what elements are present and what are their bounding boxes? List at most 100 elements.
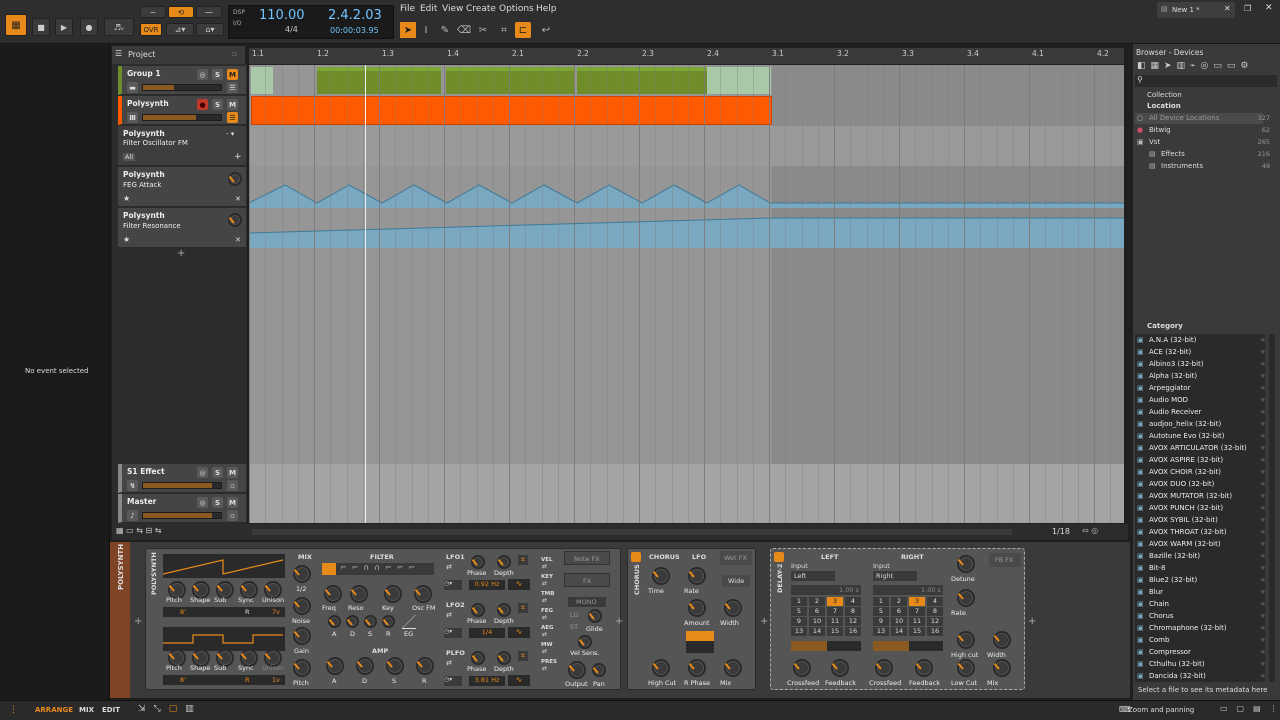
lfo-routing-icon[interactable]: ⇄	[446, 611, 452, 619]
delay-step-right[interactable]: 8	[927, 607, 943, 616]
favorite-star-icon[interactable]: ★	[1260, 372, 1266, 380]
browser-tab-icons[interactable]: ◧▦➤▥⌁◎▭▭⚙	[1137, 61, 1253, 71]
device-item[interactable]: ACE (32-bit)	[1149, 348, 1191, 356]
automation-lane-filter-osc-fm[interactable]: Polysynth Filter Oscillator FM - ▾ All +	[118, 126, 246, 166]
device-item[interactable]: Compressor	[1149, 648, 1191, 656]
amp-d-knob[interactable]	[356, 657, 374, 675]
delay-step-left[interactable]: 12	[845, 617, 861, 626]
edit-tab[interactable]: EDIT	[102, 706, 120, 714]
lfo2-rate[interactable]: 1/4	[469, 628, 505, 638]
delay-step-right[interactable]: 12	[927, 617, 943, 626]
delay-step-left[interactable]: 9	[791, 617, 807, 626]
filter-lp-icon[interactable]	[322, 563, 336, 575]
device-item[interactable]: Autotune Evo (32-bit)	[1149, 432, 1225, 440]
left-time-field[interactable]: 1.00 s	[791, 585, 861, 595]
lfo2-depth-knob[interactable]	[497, 603, 511, 617]
playhead[interactable]	[365, 65, 366, 523]
feg-amount-slope[interactable]	[402, 615, 416, 629]
time-select-tool-icon[interactable]: I	[418, 22, 434, 38]
device-item[interactable]: AVOX WARM (32-bit)	[1149, 540, 1221, 548]
mute-button[interactable]: M	[227, 69, 238, 80]
delay-high-cut-knob[interactable]	[957, 631, 975, 649]
monitor-button[interactable]: ◎	[197, 69, 208, 80]
plfo-depth-knob[interactable]	[497, 651, 511, 665]
delay-step-left[interactable]: 2	[809, 597, 825, 606]
delay-step-left[interactable]: 10	[809, 617, 825, 626]
close-tab-icon[interactable]: ✕	[1224, 4, 1231, 13]
feg-a-knob[interactable]	[328, 615, 341, 628]
device-item[interactable]: Bit-8	[1149, 564, 1165, 572]
osc2-voices[interactable]: 1v	[272, 676, 280, 684]
favorite-star-icon[interactable]: ★	[1260, 624, 1266, 632]
track-s1-effect[interactable]: S1 Effect ◎ S M ↯ ▫	[118, 464, 246, 493]
delay-step-left[interactable]: 15	[827, 627, 843, 636]
feg-r-knob[interactable]	[382, 615, 395, 628]
mute-button[interactable]: M	[227, 99, 238, 110]
lane-collapse-icon[interactable]: - ▾	[226, 130, 234, 138]
glide-knob[interactable]	[588, 609, 602, 623]
mod-routing-icon[interactable]: ⇄	[542, 648, 547, 655]
device-item[interactable]: Bazille (32-bit)	[1149, 552, 1200, 560]
feg-s-knob[interactable]	[364, 615, 377, 628]
delay-detune-knob[interactable]	[957, 555, 975, 573]
device-item[interactable]: audjoo_helix (32-bit)	[1149, 420, 1221, 428]
project-tab[interactable]: ▤ New 1 * ✕	[1157, 2, 1235, 18]
favorite-star-icon[interactable]: ★	[1260, 516, 1266, 524]
plfo-polarity-toggle[interactable]: ±	[518, 651, 528, 661]
delay-step-right[interactable]: 6	[891, 607, 907, 616]
record-arm-button[interactable]: ●	[197, 99, 208, 110]
favorite-star-icon[interactable]: ★	[1260, 360, 1266, 368]
lfo-routing-icon[interactable]: ⇄	[446, 563, 452, 571]
delay-step-right[interactable]: 2	[891, 597, 907, 606]
filter-mode-icons[interactable]: ⌐⌐∩∩⌐⌐⌐	[340, 563, 420, 572]
horizontal-scrollbar[interactable]	[252, 529, 1012, 535]
menu-options[interactable]: Options	[499, 4, 534, 14]
pitch-knob[interactable]	[293, 659, 311, 677]
delay-time-bar[interactable]	[791, 641, 861, 651]
mod-routing-icon[interactable]: ⇄	[542, 580, 547, 587]
device-item[interactable]: Dancida (32-bit)	[1149, 672, 1206, 680]
favorite-star-icon[interactable]: ★	[1260, 456, 1266, 464]
solo-button[interactable]: S	[212, 69, 223, 80]
inspector-toggle-icon[interactable]: ⋮	[9, 705, 18, 715]
solo-button[interactable]: S	[212, 497, 223, 508]
filter-osc-fm-knob[interactable]	[414, 585, 432, 603]
lfo1-waveform-icon[interactable]: ∿	[508, 579, 530, 590]
amp-s-knob[interactable]	[386, 657, 404, 675]
slice-tool-icon[interactable]: ✂	[475, 22, 491, 38]
delay-step-right[interactable]: 1	[873, 597, 889, 606]
lfo1-phase-knob[interactable]	[471, 555, 485, 569]
device-item[interactable]: AVOX ASPIRE (32-bit)	[1149, 456, 1223, 464]
mod-routing-icon[interactable]: ⇄	[542, 614, 547, 621]
fb-fx-button[interactable]: FB FX	[989, 553, 1021, 567]
automation-curves[interactable]	[249, 65, 1124, 523]
delay-crossfeed-knob[interactable]	[875, 659, 893, 677]
fx-button[interactable]: FX	[564, 573, 610, 587]
delay-step-right[interactable]: 15	[909, 627, 925, 636]
track-add-icon[interactable]: ▫	[232, 49, 237, 58]
device-item[interactable]: Chain	[1149, 600, 1169, 608]
device-item[interactable]: AVOX THROAT (32-bit)	[1149, 528, 1227, 536]
mod-routing-icon[interactable]: ⇄	[542, 631, 547, 638]
device-item[interactable]: Audio MOD	[1149, 396, 1188, 404]
favorite-star-icon[interactable]: ★	[1260, 648, 1266, 656]
mod-routing-icon[interactable]: ⇄	[542, 563, 547, 570]
lfo2-waveform-icon[interactable]: ∿	[508, 627, 530, 638]
right-input-select[interactable]: Right	[873, 571, 917, 581]
delay-step-right[interactable]: 11	[909, 617, 925, 626]
mix-knob[interactable]	[293, 565, 311, 583]
play-button[interactable]: ▶	[55, 18, 73, 36]
delay-crossfeed-knob[interactable]	[793, 659, 811, 677]
lfo2-polarity-toggle[interactable]: ±	[518, 603, 528, 613]
automation-mode-button[interactable]: ⊿▾	[166, 23, 194, 36]
snap-tool-icon[interactable]: ⌗	[496, 22, 512, 38]
delay-step-right[interactable]: 3	[909, 597, 925, 606]
menu-icon[interactable]: ☰	[115, 49, 122, 58]
delay-step-left[interactable]: 13	[791, 627, 807, 636]
delay-feedback-knob[interactable]	[831, 659, 849, 677]
monitor-button[interactable]: ◎	[197, 497, 208, 508]
plfo-waveform-icon[interactable]: ∿	[508, 675, 530, 686]
chorus-power-icon[interactable]	[631, 552, 641, 562]
filter-reso-knob[interactable]	[350, 585, 368, 603]
delay-step-right[interactable]: 4	[927, 597, 943, 606]
